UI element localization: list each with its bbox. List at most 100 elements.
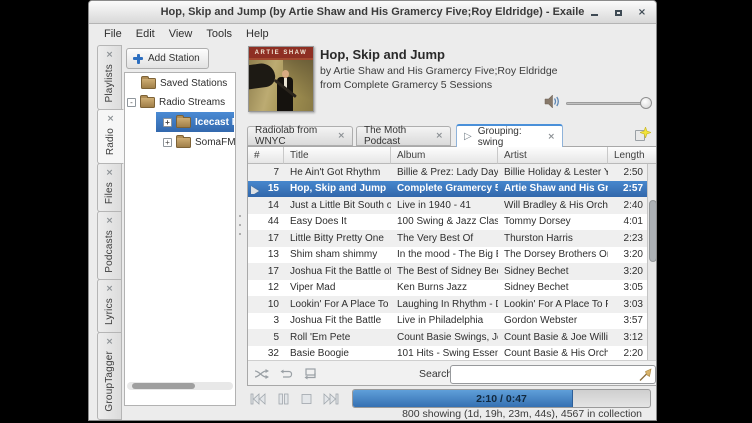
tab-label: Podcasts [104,230,115,273]
seek-progress-bar[interactable]: 2:10 / 0:47 [352,389,651,408]
track-row[interactable]: 5Roll 'Em PeteCount Basie Swings, Joe …C… [248,329,657,346]
column-header-artist[interactable]: Artist [498,147,608,164]
minimize-icon [591,14,598,16]
playlist-tab-moth-podcast[interactable]: The Moth Podcast × [356,126,451,146]
folder-icon [176,137,191,148]
album-art-artist-text: ARTIE SHAW [255,50,308,56]
sidebar-tab-lyrics[interactable]: × Lyrics [97,279,122,333]
album-art-illustration [249,60,313,112]
album-art[interactable]: ARTIE SHAW [248,46,314,112]
vertical-scrollbar[interactable] [647,164,657,360]
expand-expander-icon[interactable]: + [163,118,172,127]
column-header-length[interactable]: Length [608,147,649,164]
close-button[interactable]: × [636,7,648,19]
window-controls: × [588,1,648,24]
menu-help[interactable]: Help [239,26,276,42]
menu-edit[interactable]: Edit [129,26,162,42]
menu-view[interactable]: View [162,26,200,42]
now-playing-title: Hop, Skip and Jump [320,47,445,62]
maximize-icon [615,10,622,16]
shuffle-button[interactable] [254,368,269,380]
menu-tools[interactable]: Tools [199,26,239,42]
track-row[interactable]: 32Basie Boogie101 Hits - Swing Essential… [248,346,657,361]
sidebar-tab-radio[interactable]: × Radio [97,109,124,163]
tab-label: Lyrics [104,298,115,325]
next-button[interactable] [323,393,339,405]
column-header-title[interactable]: Title [284,147,391,164]
sidebar-tab-playlists[interactable]: × Playlists [97,45,122,110]
dynamic-button[interactable] [303,368,317,380]
close-icon[interactable]: × [106,51,114,60]
search-input[interactable] [451,369,638,380]
scrollbar-thumb[interactable] [649,200,657,262]
exaile-window: Hop, Skip and Jump (by Artie Shaw and Hi… [88,0,657,421]
titlebar[interactable]: Hop, Skip and Jump (by Artie Shaw and Hi… [89,1,656,24]
tree-item-icecast-radio[interactable]: + Icecast Radio [126,112,234,132]
collapse-expander-icon[interactable]: - [127,98,136,107]
playlist-tab-grouping-swing[interactable]: ▷ Grouping: swing × [456,124,563,147]
playlist-tab-radiolab[interactable]: Radiolab from WNYC × [247,126,353,146]
track-row[interactable]: 17Little Bitty Pretty OneThe Very Best O… [248,230,657,247]
tree-item-radio-streams[interactable]: - Radio Streams [126,93,234,112]
star-icon [640,127,651,138]
sidebar-tab-files[interactable]: × Files [97,163,122,212]
now-playing-arrow-icon [251,186,259,194]
playing-indicator-icon: ▷ [464,132,472,142]
radio-tree: Saved Stations - Radio Streams + Icecast… [124,72,236,406]
track-row[interactable]: 12Viper MadKen Burns JazzSidney Bechet3:… [248,280,657,297]
close-icon[interactable]: × [107,115,115,124]
sidebar-tab-podcasts[interactable]: × Podcasts [97,211,122,281]
close-icon[interactable]: × [547,132,555,142]
playlist-panel: # Title Album Artist Length 7He Ain't Go… [247,146,657,386]
clear-search-broom-icon[interactable] [638,368,652,382]
panel-tab-strip: × Playlists × Radio × Files × Podcasts ×… [97,45,124,419]
track-row-selected-playing[interactable]: 15Hop, Skip and JumpComplete Gramercy 5 … [248,181,657,198]
folder-icon [141,78,156,89]
tree-item-somafm-radio[interactable]: + SomaFM Radio [126,133,234,152]
volume-icon[interactable] [544,94,562,114]
column-header-album[interactable]: Album [391,147,498,164]
add-station-label: Add Station [148,53,200,64]
table-header: # Title Album Artist Length [248,147,657,164]
window-title: Hop, Skip and Jump (by Artie Shaw and Hi… [161,6,585,18]
tree-label: Saved Stations [160,78,227,89]
volume-slider[interactable] [566,102,650,105]
minimize-button[interactable] [588,7,600,19]
add-station-button[interactable]: Add Station [126,48,209,69]
folder-icon [176,117,191,128]
close-icon[interactable]: × [106,338,114,347]
tab-label: The Moth Podcast [364,125,429,147]
track-row[interactable]: 3Joshua Fit the BattleLive in Philadelph… [248,313,657,330]
pause-button[interactable] [278,393,289,405]
playlist-toolbar: Search: [248,360,657,386]
close-icon[interactable]: × [106,285,114,294]
track-row[interactable]: 10Lookin' For A Place To ParkLaughing In… [248,296,657,313]
expand-expander-icon[interactable]: + [163,138,172,147]
track-row[interactable]: 14Just a Little Bit South of …Live in 19… [248,197,657,214]
close-icon[interactable]: × [337,131,345,141]
track-row[interactable]: 7He Ain't Got RhythmBillie & Prez: Lady … [248,164,657,181]
volume-slider-knob[interactable] [640,97,652,109]
column-header-number[interactable]: # [248,147,284,164]
previous-button[interactable] [250,393,266,405]
maximize-button[interactable] [612,7,624,19]
tree-item-saved-stations[interactable]: Saved Stations [126,74,234,93]
close-icon[interactable]: × [106,169,114,178]
transport-bar: 2:10 / 0:47 [89,389,656,409]
tab-label: Radio [105,128,116,155]
pane-splitter-handle[interactable] [239,215,242,235]
new-playlist-button[interactable] [635,127,651,142]
close-icon: × [638,8,646,18]
close-icon[interactable]: × [106,217,114,226]
track-row[interactable]: 13Shim sham shimmyIn the mood - The Big … [248,247,657,264]
close-icon[interactable]: × [435,131,443,141]
menubar: File Edit View Tools Help [89,24,656,44]
status-bar: 800 showing (1d, 19h, 23m, 44s), 4567 in… [89,407,656,420]
track-row[interactable]: 17Joshua Fit the Battle of J…The Best of… [248,263,657,280]
tree-label: Icecast Radio [195,117,236,128]
menu-file[interactable]: File [97,26,129,42]
track-row[interactable]: 44Easy Does It100 Swing & Jazz ClassicsT… [248,214,657,231]
stop-button[interactable] [301,393,312,405]
repeat-button[interactable] [279,369,293,380]
plus-icon [133,54,143,64]
